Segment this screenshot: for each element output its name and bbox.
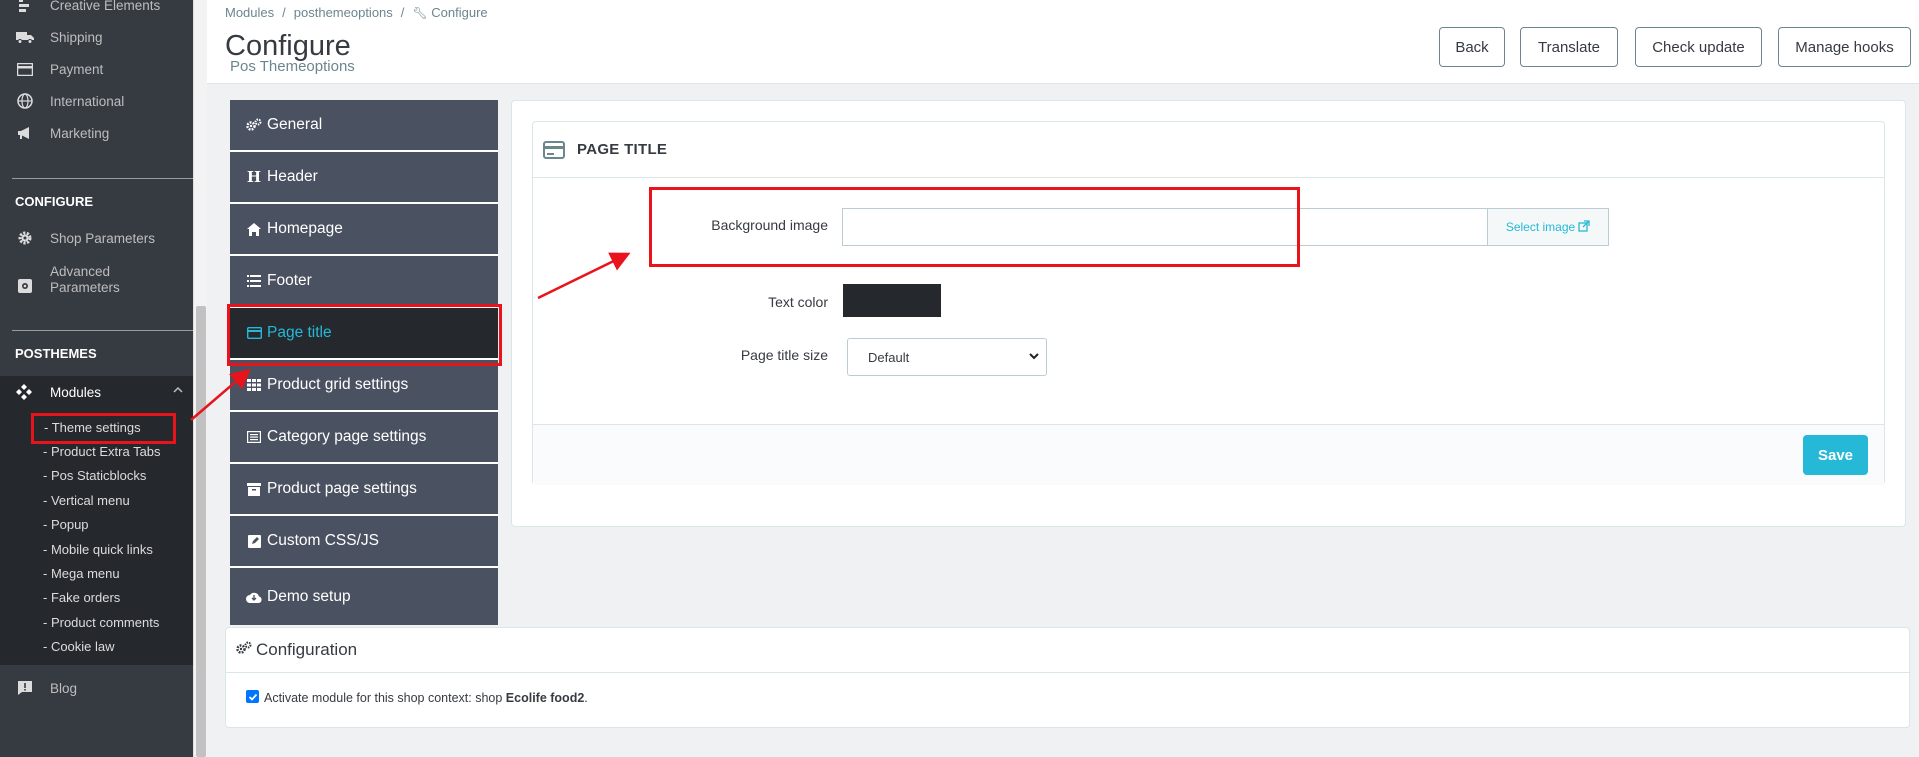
annotation-arrows — [190, 252, 631, 421]
